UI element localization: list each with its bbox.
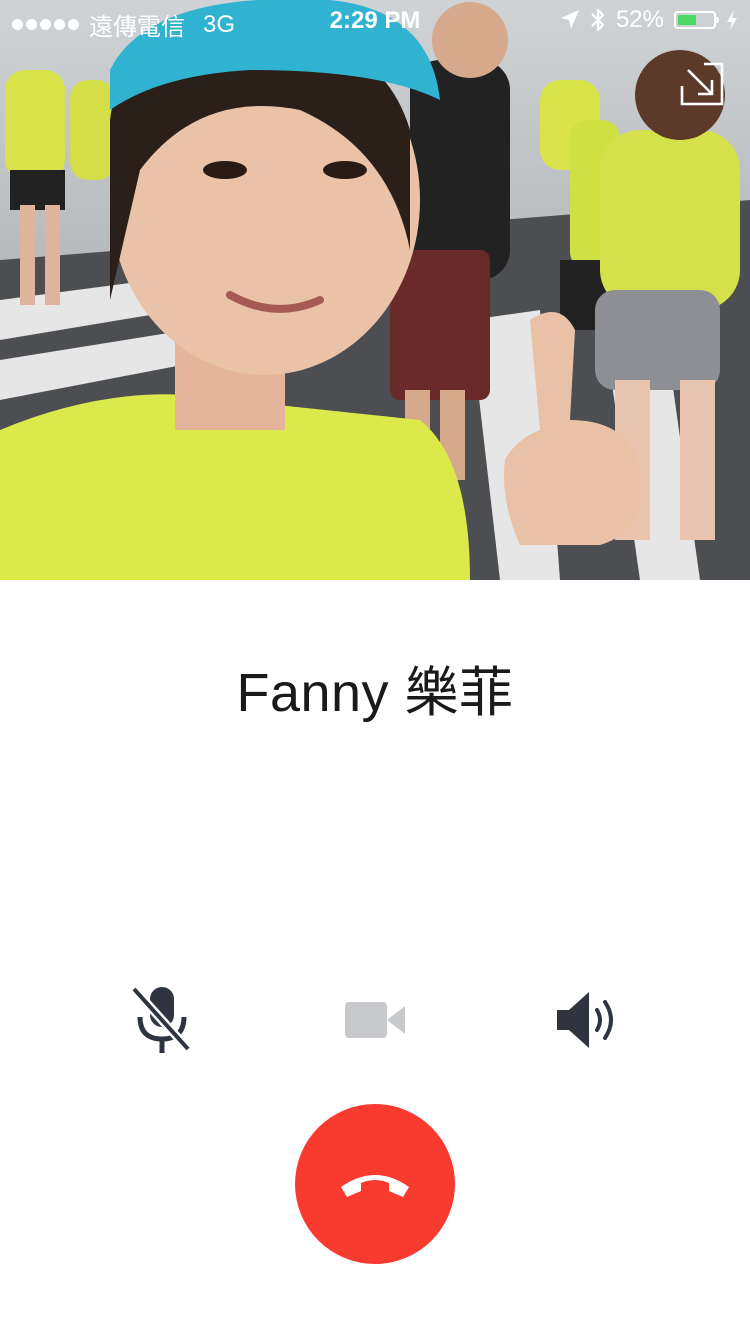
status-right: 52%: [560, 6, 738, 34]
minimize-arrow-icon: [680, 62, 724, 106]
end-call-button[interactable]: [295, 1104, 455, 1264]
video-button[interactable]: [325, 975, 425, 1065]
bluetooth-icon: [591, 8, 605, 32]
microphone-muted-icon: [130, 985, 192, 1053]
call-screen: 遠傳電信 3G 2:29 PM 52% Fanny 樂菲: [0, 0, 750, 1334]
video-camera-icon: [345, 1002, 405, 1038]
battery-fill: [678, 15, 696, 25]
caller-name: Fanny 樂菲: [236, 663, 514, 723]
phone-hangup-icon: [341, 1175, 409, 1197]
caller-photo: [0, 0, 750, 580]
location-arrow-icon: [560, 10, 579, 29]
battery-icon: [674, 11, 719, 29]
status-bar: 遠傳電信 3G 2:29 PM 52%: [0, 0, 750, 41]
charging-bolt-icon: [727, 10, 737, 30]
caller-photo-image: [0, 0, 750, 580]
minimize-button[interactable]: [680, 62, 724, 106]
mute-button[interactable]: [112, 975, 212, 1065]
battery-percent: 52%: [615, 6, 664, 33]
speaker-icon: [557, 992, 613, 1048]
speaker-button[interactable]: [538, 975, 638, 1065]
